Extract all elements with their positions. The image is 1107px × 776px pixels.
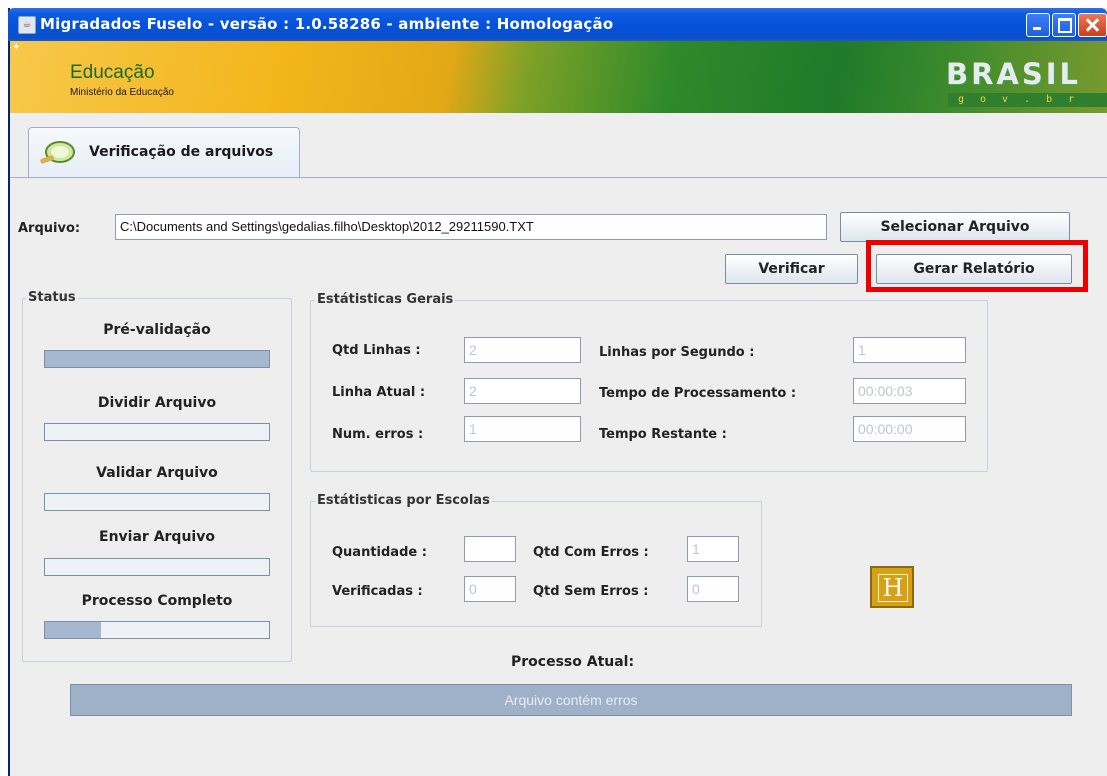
quantidade-label: Quantidade : xyxy=(332,545,427,560)
school-stats-title: Estátisticas por Escolas xyxy=(315,493,492,508)
com-erros-field[interactable]: 1 xyxy=(687,536,739,562)
star-icon: ✦ xyxy=(12,42,21,53)
tempo-processamento-label: Tempo de Processamento : xyxy=(599,386,797,401)
progress-fill xyxy=(45,351,269,367)
linhas-segundo-field[interactable]: 1 xyxy=(853,337,966,363)
gov-br-logo: gov.br xyxy=(948,93,1107,107)
select-file-button[interactable]: Selecionar Arquivo xyxy=(840,212,1070,242)
linha-atual-label: Linha Atual : xyxy=(332,385,426,400)
qtd-linhas-field[interactable]: 2 xyxy=(464,337,581,363)
title-bar: ☕ Migradados Fuselo - versão : 1.0.58286… xyxy=(8,8,1107,41)
status-progress-bar xyxy=(44,493,270,511)
tab-label: Verificação de arquivos xyxy=(89,144,274,160)
file-path-input[interactable]: C:\Documents and Settings\gedalias.filho… xyxy=(115,214,827,240)
maximize-button[interactable] xyxy=(1052,13,1076,37)
close-button[interactable] xyxy=(1078,13,1107,37)
status-progress-bar xyxy=(44,350,270,368)
highlight-box xyxy=(866,240,1088,292)
status-step-label: Pré-validação xyxy=(103,322,211,338)
verificadas-label: Verificadas : xyxy=(332,584,423,599)
tab-file-verification[interactable]: Verificação de arquivos xyxy=(28,127,300,178)
status-step-label: Processo Completo xyxy=(81,593,233,609)
tempo-processamento-field[interactable]: 00:00:03 xyxy=(853,378,966,404)
linhas-segundo-label: Linhas por Segundo : xyxy=(599,345,755,360)
brasil-logo: BRASIL xyxy=(946,57,1082,91)
status-title: Status xyxy=(26,290,78,305)
qtd-linhas-label: Qtd Linhas : xyxy=(332,343,421,358)
status-step-label: Validar Arquivo xyxy=(96,465,218,481)
magnifier-icon xyxy=(40,141,75,164)
process-label: Processo Atual: xyxy=(511,654,635,670)
status-step-label: Dividir Arquivo xyxy=(97,395,217,411)
header-banner: ✦ Educação Ministério da Educação BRASIL… xyxy=(10,41,1107,113)
process-status-bar: Arquivo contém erros xyxy=(70,684,1072,716)
file-label: Arquivo: xyxy=(18,221,81,236)
help-icon[interactable]: H xyxy=(870,566,914,608)
minimize-button[interactable] xyxy=(1026,13,1050,37)
sem-erros-label: Qtd Sem Erros : xyxy=(533,584,649,599)
num-erros-label: Num. erros : xyxy=(332,427,424,442)
num-erros-field[interactable]: 1 xyxy=(464,416,581,442)
verify-button[interactable]: Verificar xyxy=(725,254,858,284)
status-progress-bar xyxy=(44,558,270,576)
sem-erros-field[interactable]: 0 xyxy=(687,576,739,602)
linha-atual-field[interactable]: 2 xyxy=(464,378,581,404)
java-icon: ☕ xyxy=(18,16,36,34)
tempo-restante-label: Tempo Restante : xyxy=(599,427,727,442)
banner-org: Educação xyxy=(70,62,155,83)
help-letter: H xyxy=(878,574,908,602)
quantidade-field[interactable] xyxy=(464,536,516,562)
status-progress-bar xyxy=(44,423,270,441)
tab-divider xyxy=(10,177,1107,178)
status-step-label: Enviar Arquivo xyxy=(99,529,215,545)
school-stats-group xyxy=(310,501,762,627)
com-erros-label: Qtd Com Erros : xyxy=(533,545,649,560)
verificadas-field[interactable]: 0 xyxy=(464,576,516,602)
window-title: Migradados Fuselo - versão : 1.0.58286 -… xyxy=(40,15,614,33)
banner-ministry: Ministério da Educação xyxy=(70,87,174,98)
status-progress-bar xyxy=(44,621,270,639)
general-stats-title: Estátisticas Gerais xyxy=(315,292,456,307)
tempo-restante-field[interactable]: 00:00:00 xyxy=(853,416,966,442)
progress-fill xyxy=(45,622,101,638)
